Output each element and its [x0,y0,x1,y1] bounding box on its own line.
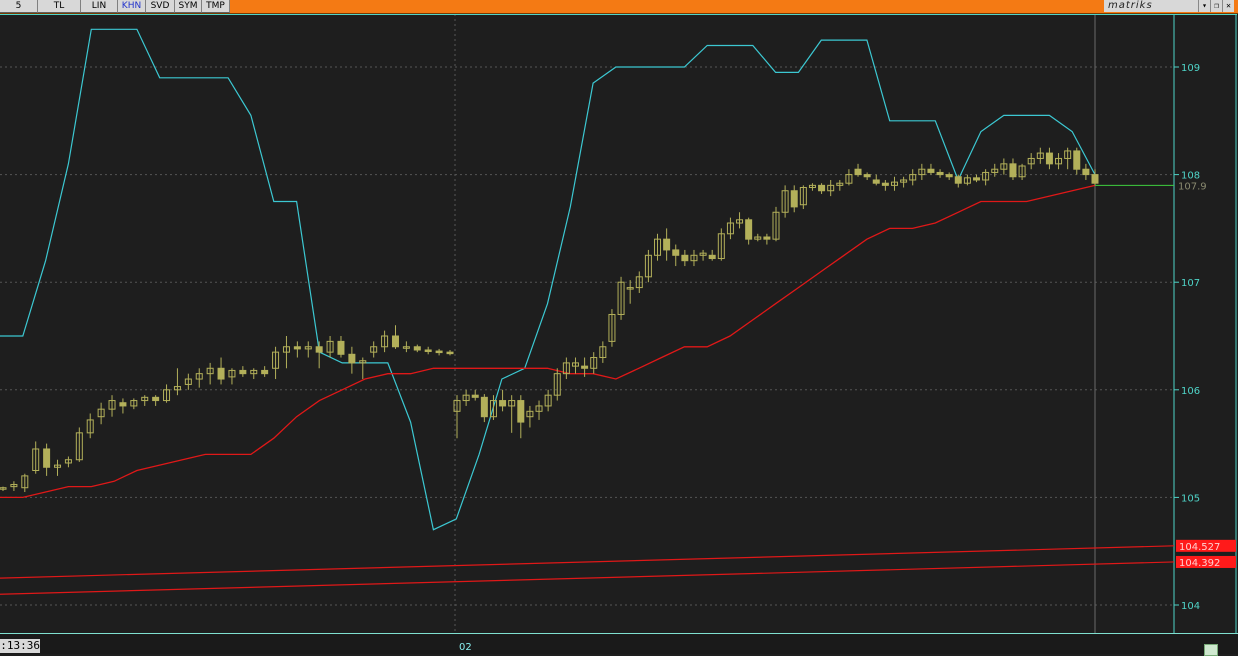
chart-background [0,14,1238,633]
x-axis-tick-label: 02 [459,642,472,653]
level-label: 104.527 [1179,542,1220,553]
candle-body [790,190,798,208]
refresh-icon[interactable] [1204,644,1218,656]
y-tick-label: 108 [1181,171,1200,182]
candle-body [239,369,247,375]
candle-body [672,249,680,256]
candle-body [435,350,443,354]
candle-body [1045,152,1053,165]
candle-body [663,238,671,251]
level-label: 104.392 [1179,558,1220,569]
candle-body [936,171,944,176]
dropdown-icon[interactable]: ▾ [1198,0,1210,12]
brand-logo: matriks [1104,0,1198,12]
candle-body [745,219,753,240]
toolbar-button-svd[interactable]: SVD [146,0,175,13]
candle-body [881,182,889,186]
candle-body [1073,150,1081,170]
candle-body [413,346,421,351]
candle-body [581,365,589,369]
candle-body [954,176,962,184]
candle-body [424,349,432,352]
candle-body [348,353,356,364]
y-tick-label: 106 [1181,386,1200,397]
candle-body [391,335,399,348]
price-chart[interactable]: 104 105 106 107 108 109 107.9 104.527 104.392 [0,14,1238,633]
restore-icon[interactable]: ❐ [1210,0,1222,12]
candle-body [152,396,160,402]
toolbar-button-tl[interactable]: TL [38,0,81,13]
candle-body [471,394,479,398]
toolbar-button-tmp[interactable]: TMP [202,0,230,13]
candle-body [119,402,127,407]
candle-body [763,236,771,240]
candle-body [293,346,301,350]
candle-body [499,400,507,407]
candle-body [1009,163,1017,178]
candle-body [1082,168,1090,176]
candle-body [446,351,454,355]
candle-body [863,174,871,178]
candle-body [681,254,689,262]
close-icon[interactable]: ✕ [1222,0,1234,12]
candle-body [854,168,862,176]
candle-body [872,179,880,184]
y-tick-label: 105 [1181,493,1200,504]
candle-body [337,340,345,355]
candle-body [43,448,51,468]
candle-body [480,396,488,418]
candle-body [217,367,225,380]
toolbar-button-khn[interactable]: KHN [118,0,146,13]
time-display: :13:36 [0,639,40,653]
candle-body [517,400,525,423]
toolbar-button-lin[interactable]: LIN [81,0,118,13]
candle-body [708,254,716,260]
y-tick-label: 104 [1181,601,1200,612]
candle-body [261,369,269,375]
candle-body [945,174,953,178]
y-tick-label: 107 [1181,278,1200,289]
status-bar: :13:36 02 [0,633,1238,656]
candle-body [1091,174,1099,184]
candle-body [818,184,826,192]
candle-body [315,346,323,353]
y-tick-label: 109 [1181,63,1200,74]
last-price-label: 107.9 [1178,181,1207,192]
candle-body [973,177,981,181]
candle-body [927,168,935,173]
chart-toolbar: 5 TL LIN KHN SVD SYM TMP matriks ▾ ❐ ✕ [0,0,1238,14]
toolbar-button-5[interactable]: 5 [0,0,38,13]
toolbar-button-sym[interactable]: SYM [175,0,202,13]
